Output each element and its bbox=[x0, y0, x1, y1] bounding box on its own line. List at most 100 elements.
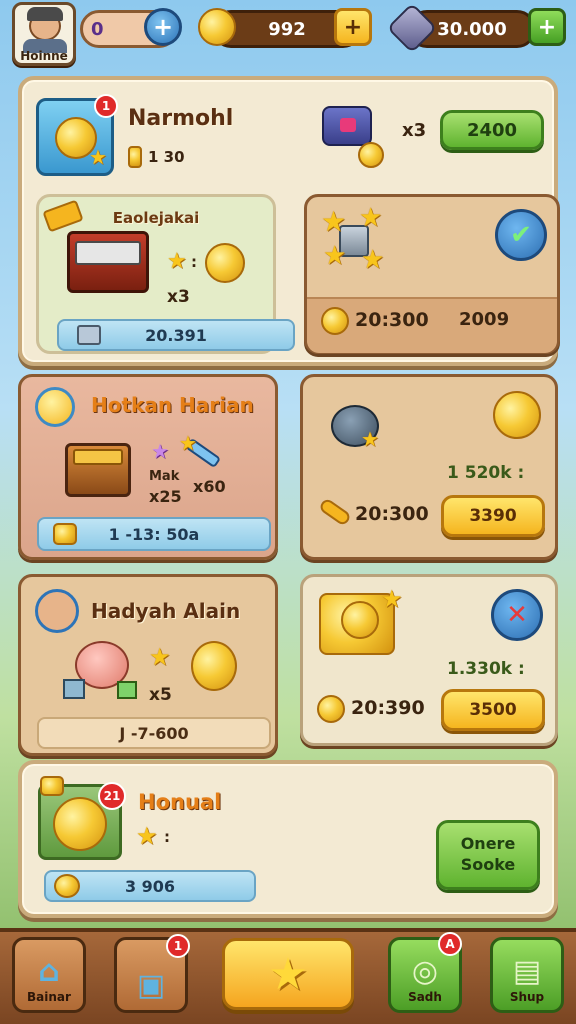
manual-panel: 21 Honual ★ : 3 906 Onere Sooke bbox=[18, 760, 558, 918]
home-icon: ⌂ bbox=[38, 954, 60, 989]
featured-panel: ★ 1 Narmohl 1 30 x3 2400 Eaolejakai ★ : … bbox=[18, 76, 560, 366]
nav-home[interactable]: ⌂ Bainar bbox=[12, 937, 86, 1013]
stars-card[interactable]: ★ ★ ★ ★ ✔ 20:300 2009 bbox=[304, 194, 560, 354]
level-value: 0 bbox=[91, 18, 104, 40]
manual-title: Honual bbox=[138, 790, 222, 814]
gems-value: 30.000 bbox=[437, 18, 507, 40]
profile-label: Hoinne bbox=[20, 49, 68, 63]
offer1-value-top: 1 520k : bbox=[447, 463, 525, 483]
daily-bar: 1 -13: 50a bbox=[37, 517, 271, 551]
coin-icon bbox=[53, 797, 107, 851]
offer-card-2[interactable]: ★ ✕ 1.330k : 20:390 3500 bbox=[300, 574, 558, 746]
check-icon: ✔ bbox=[510, 220, 532, 250]
star-icon: ★ bbox=[151, 439, 169, 463]
offer1-buy-button[interactable]: 3390 bbox=[441, 495, 545, 537]
add-gems-button[interactable]: + bbox=[528, 8, 566, 46]
daily-chest-lid-icon bbox=[73, 449, 123, 465]
offer2-timer: 20:390 bbox=[351, 697, 425, 719]
star-icon: ★ bbox=[359, 203, 383, 233]
offer1-timer: 20:300 bbox=[355, 503, 429, 525]
profile-avatar[interactable]: Hoinne bbox=[12, 2, 76, 66]
star-icon: ★ bbox=[149, 643, 171, 671]
daily-value2: x60 bbox=[193, 477, 226, 496]
nav-center-star-button[interactable]: ★ bbox=[222, 938, 354, 1010]
ticket-coin-icon bbox=[40, 776, 64, 796]
add-level-button[interactable]: + bbox=[144, 8, 182, 46]
plus-icon: + bbox=[537, 14, 557, 40]
shop-icon: ▤ bbox=[512, 954, 542, 989]
coins-value: 992 bbox=[268, 18, 306, 40]
no-icon: ✕ bbox=[506, 600, 528, 630]
manual-bar: 3 906 bbox=[44, 870, 256, 902]
sun-coin-icon bbox=[493, 391, 541, 439]
offer-card-1[interactable]: ★ 1 520k : 20:300 3390 bbox=[300, 374, 558, 560]
gift-avatar-icon bbox=[35, 589, 79, 633]
colon-separator: : bbox=[191, 253, 197, 271]
manual-badge: 21 bbox=[98, 782, 126, 810]
top-bar: Hoinne 0 + 992 + 30.000 + bbox=[0, 0, 576, 66]
nav-search-label: Sadh bbox=[408, 990, 442, 1004]
daily-card[interactable]: Hotkan Harian ★ ★ Mak x25 x60 1 -13: 50a bbox=[18, 374, 278, 560]
stars-card-value: 2009 bbox=[459, 309, 510, 330]
avatar-hat bbox=[27, 7, 63, 21]
coin-stack-icon bbox=[198, 8, 236, 46]
lock-icon bbox=[77, 325, 101, 345]
vehicle-light-icon bbox=[340, 118, 356, 132]
vehicle-multiplier: x3 bbox=[402, 120, 427, 141]
daily-icon bbox=[35, 387, 75, 427]
coin-icon bbox=[341, 601, 379, 639]
daily-value1: x25 bbox=[149, 487, 182, 506]
coin-icon bbox=[128, 146, 142, 168]
coin-icon bbox=[205, 243, 245, 283]
gem-cube-icon bbox=[63, 679, 85, 699]
add-coins-button[interactable]: + bbox=[334, 8, 372, 46]
star-icon: ★ bbox=[361, 427, 379, 451]
coin-icon bbox=[321, 307, 349, 335]
box-icon: ▣ bbox=[136, 968, 166, 1003]
bundle-multiplier: x3 bbox=[167, 287, 190, 307]
manual-bar-value: 3 906 bbox=[124, 876, 176, 896]
stars-card-timer: 20:300 bbox=[355, 309, 429, 331]
star-icon: ★ bbox=[381, 585, 403, 613]
star-icon: ★ bbox=[179, 431, 197, 455]
gift-title: Hadyah Alain bbox=[91, 599, 241, 623]
check-button[interactable]: ✔ bbox=[495, 209, 547, 261]
gift-card[interactable]: Hadyah Alain ★ x5 J -7-600 bbox=[18, 574, 278, 756]
bundle-card[interactable]: Eaolejakai ★ : x3 20.391 bbox=[36, 194, 295, 354]
featured-sub-value: 1 30 bbox=[128, 146, 185, 168]
gem-cube-icon bbox=[117, 681, 137, 699]
target-icon: ◎ bbox=[411, 954, 439, 989]
nav-inventory-badge: 1 bbox=[166, 934, 190, 958]
featured-sub-value-text: 1 30 bbox=[148, 148, 185, 166]
star-icon: ★ bbox=[136, 822, 158, 850]
nav-home-label: Bainar bbox=[27, 990, 71, 1004]
bundle-bar: 20.391 bbox=[57, 319, 295, 351]
ticket-icon bbox=[42, 199, 84, 233]
star-icon: ★ bbox=[321, 205, 347, 238]
key-icon bbox=[317, 497, 353, 527]
daily-title: Hotkan Harian bbox=[91, 393, 254, 417]
featured-badge: 1 bbox=[94, 94, 118, 118]
nav-shop-label: Shup bbox=[509, 990, 545, 1004]
colon-separator: : bbox=[164, 828, 170, 846]
star-icon: ★ bbox=[89, 145, 107, 169]
daily-label-small: Mak bbox=[149, 469, 180, 484]
bundle-bar-value: 20.391 bbox=[145, 325, 207, 345]
cancel-button[interactable]: ✕ bbox=[491, 589, 543, 641]
coin-icon bbox=[358, 142, 384, 168]
coin-icon bbox=[317, 695, 345, 723]
star-icon: ★ bbox=[268, 948, 308, 1000]
featured-price-button[interactable]: 2400 bbox=[440, 110, 544, 150]
star-icon: ★ bbox=[361, 245, 385, 275]
coin-icon bbox=[53, 523, 77, 545]
gift-multiplier: x5 bbox=[149, 685, 172, 705]
offer2-value-top: 1.330k : bbox=[447, 659, 525, 679]
nav-shop[interactable]: ▤ Shup bbox=[490, 937, 564, 1013]
offer2-buy-button[interactable]: 3500 bbox=[441, 689, 545, 731]
manual-action-button[interactable]: Onere Sooke bbox=[436, 820, 540, 890]
plus-icon: + bbox=[343, 14, 363, 40]
gift-bar: J -7-600 bbox=[37, 717, 271, 749]
featured-title: Narmohl bbox=[128, 106, 234, 131]
chest-lid-icon bbox=[75, 241, 141, 265]
coin-icon bbox=[54, 874, 80, 898]
